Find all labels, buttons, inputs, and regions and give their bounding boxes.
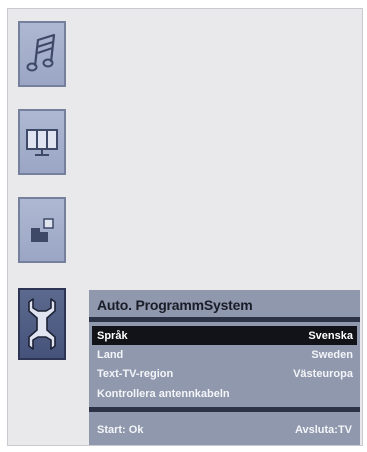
menu-title: Auto. ProgrammSystem (97, 297, 253, 313)
menu-footer-divider (89, 407, 360, 412)
menu-row-language[interactable]: Språk Svenska (92, 326, 357, 345)
menu-row-country[interactable]: Land Sweden (92, 345, 357, 364)
row-value: Sweden (311, 348, 353, 361)
menu-row-check-antenna[interactable]: Kontrollera antennkabeln (92, 384, 357, 403)
sidebar-picture[interactable] (18, 109, 66, 175)
footer-start-hint: Start: Ok (97, 424, 144, 436)
installation-menu: Auto. ProgrammSystem Språk Svenska Land … (89, 290, 360, 445)
row-value: Västeuropa (293, 367, 353, 380)
sidebar-sound[interactable] (18, 21, 66, 87)
row-label: Land (97, 348, 124, 361)
sidebar-installation[interactable] (18, 288, 66, 360)
sidebar-setup[interactable] (18, 197, 66, 263)
row-value: Svenska (308, 329, 353, 342)
row-label: Text-TV-region (97, 367, 174, 380)
picture-icon (26, 129, 58, 156)
wrench-icon (28, 298, 56, 350)
music-note-icon (26, 33, 56, 72)
setup-blocks-icon (31, 218, 54, 242)
menu-divider (89, 317, 360, 322)
row-label: Språk (97, 329, 128, 342)
footer-exit-hint: Avsluta:TV (294, 424, 352, 436)
menu-footer: Start: Ok Avsluta:TV (97, 424, 352, 436)
row-label: Kontrollera antennkabeln (97, 387, 230, 400)
menu-row-teletext-region[interactable]: Text-TV-region Västeuropa (92, 364, 357, 383)
